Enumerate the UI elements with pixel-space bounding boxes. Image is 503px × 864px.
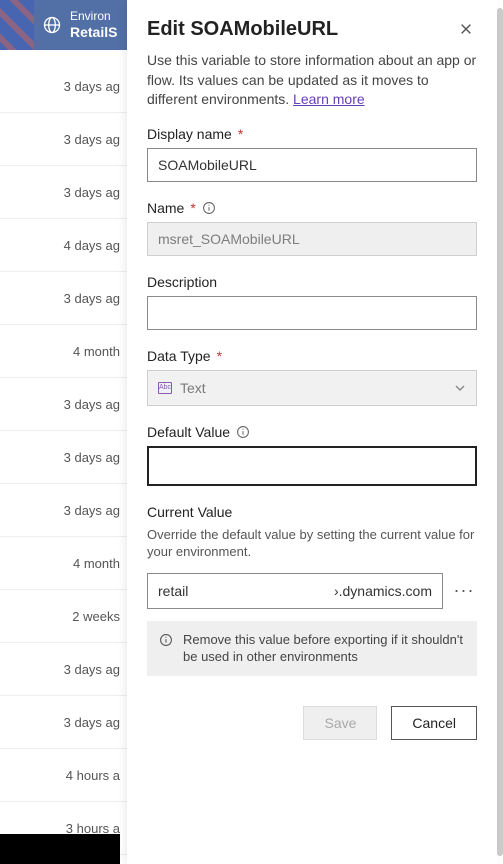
data-type-label: Data Type* [147, 348, 477, 364]
list-item[interactable]: 3 days ag [0, 113, 130, 166]
description-label: Description [147, 274, 477, 290]
list-item[interactable]: 3 days ag [0, 378, 130, 431]
more-options-button[interactable]: ··· [451, 580, 477, 601]
export-warning-text: Remove this value before exporting if it… [183, 631, 465, 666]
panel-title: Edit SOAMobileURL [147, 18, 338, 41]
chevron-down-icon [454, 382, 466, 394]
data-type-select[interactable]: Abc Text [147, 370, 477, 406]
default-value-input[interactable] [147, 446, 477, 486]
default-value-label: Default Value [147, 424, 477, 440]
footer-strip [0, 834, 120, 864]
list-item[interactable]: 3 days ag [0, 696, 130, 749]
env-name: RetailS [70, 24, 117, 40]
list-item[interactable]: 4 month [0, 325, 130, 378]
info-icon[interactable] [236, 425, 250, 439]
text-type-icon: Abc [158, 382, 172, 394]
display-name-input[interactable] [147, 148, 477, 182]
list-item[interactable]: 4 month [0, 537, 130, 590]
env-label: Environ [70, 10, 117, 24]
list-item[interactable]: 3 days ag [0, 484, 130, 537]
panel-description: Use this variable to store information a… [147, 51, 477, 110]
close-button[interactable] [455, 18, 477, 40]
edit-variable-panel: Edit SOAMobileURL Use this variable to s… [127, 0, 497, 864]
globe-icon [42, 15, 62, 35]
current-value-input[interactable]: retail ›.dynamics.com [147, 573, 443, 609]
info-icon [159, 633, 173, 647]
list-item[interactable]: 3 days ag [0, 166, 130, 219]
list-item[interactable]: 3 days ag [0, 431, 130, 484]
learn-more-link[interactable]: Learn more [293, 91, 365, 107]
list-item[interactable]: 3 days ag [0, 60, 130, 113]
cancel-button[interactable]: Cancel [391, 706, 477, 740]
app-root: Environ RetailS 3 days ag 3 days ag 3 da… [0, 0, 503, 864]
name-input [147, 222, 477, 256]
list-item[interactable]: 2 weeks [0, 590, 130, 643]
list-item[interactable]: 3 days ag [0, 643, 130, 696]
current-value-description: Override the default value by setting th… [147, 526, 477, 561]
save-button: Save [303, 706, 377, 740]
description-input[interactable] [147, 296, 477, 330]
export-warning: Remove this value before exporting if it… [147, 621, 477, 676]
list-item[interactable]: 3 days ag [0, 272, 130, 325]
waffle-strip [0, 0, 34, 50]
current-value-suffix: ›.dynamics.com [334, 583, 432, 599]
current-value-prefix: retail [158, 583, 188, 599]
display-name-label: Display name* [147, 126, 477, 142]
background-list: 3 days ag 3 days ag 3 days ag 4 days ag … [0, 60, 130, 855]
list-item[interactable]: 4 hours a [0, 749, 130, 802]
environment-header: Environ RetailS [0, 0, 130, 50]
info-icon[interactable] [202, 201, 216, 215]
data-type-value: Text [180, 380, 206, 396]
name-label: Name* [147, 200, 477, 216]
current-value-label: Current Value [147, 504, 477, 520]
panel-footer: Save Cancel [147, 700, 477, 740]
list-item[interactable]: 4 days ag [0, 219, 130, 272]
scrollbar[interactable] [497, 8, 503, 856]
